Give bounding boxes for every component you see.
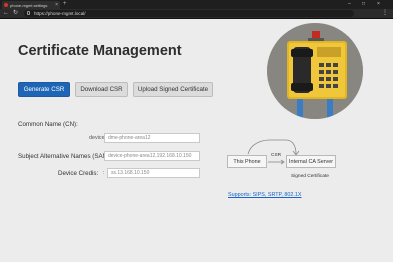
minimize-icon[interactable]: – <box>348 1 351 8</box>
browser-tab-bar: phone-mgmt.settings × + – □ × <box>0 0 393 9</box>
url-field[interactable]: https://phone-mgmt.local/ <box>24 10 354 17</box>
new-tab-icon[interactable]: + <box>63 1 67 8</box>
device-credentials-prefix: : <box>103 170 105 176</box>
device-credentials-label: Device Credis: <box>58 170 99 177</box>
maximize-icon[interactable]: □ <box>362 1 365 8</box>
url-text: https://phone-mgmt.local/ <box>34 11 86 16</box>
san-input[interactable]: device-phone-area12,192.168.10.150 <box>104 151 200 161</box>
reload-icon[interactable]: ↻ <box>13 10 18 17</box>
san-label: Subject Alternative Names (SAN): <box>18 153 111 160</box>
address-bar-row: ← ↻ https://phone-mgmt.local/ ⋮ <box>0 9 393 19</box>
internal-ca-node: Internal CA Server <box>286 155 336 168</box>
common-name-prefix: device <box>89 135 105 141</box>
csr-arrow-label: CSR <box>271 153 282 158</box>
menu-icon[interactable]: ⋮ <box>382 10 388 17</box>
common-name-label: Common Name (CN): <box>18 121 78 128</box>
download-csr-button[interactable]: Download CSR <box>75 82 128 97</box>
tab-title: phone-mgmt.settings <box>10 2 48 8</box>
common-name-input[interactable]: dme-phone-area12 <box>104 133 200 143</box>
phone-photo <box>267 23 363 119</box>
page-content: Certificate Management Generate CSR Down… <box>0 19 393 262</box>
signed-certificate-label: Signed Certificate <box>291 174 329 179</box>
generate-csr-button[interactable]: Generate CSR <box>18 82 70 97</box>
back-icon[interactable]: ← <box>3 10 9 17</box>
this-phone-node: This Phone <box>227 155 267 168</box>
supports-link[interactable]: Supports: SIPS, SRTP, 802.1X <box>228 192 302 198</box>
upload-certificate-button[interactable]: Upload Signed Certificate <box>133 82 213 97</box>
device-credentials-input[interactable]: ss.13.168.10.150 <box>107 168 200 178</box>
lock-icon <box>27 11 30 15</box>
favicon-icon <box>4 3 8 7</box>
browser-tab[interactable]: phone-mgmt.settings × <box>2 1 60 9</box>
window-close-icon[interactable]: × <box>377 1 380 8</box>
page-title: Certificate Management <box>18 43 182 59</box>
close-tab-icon[interactable]: × <box>55 2 58 8</box>
